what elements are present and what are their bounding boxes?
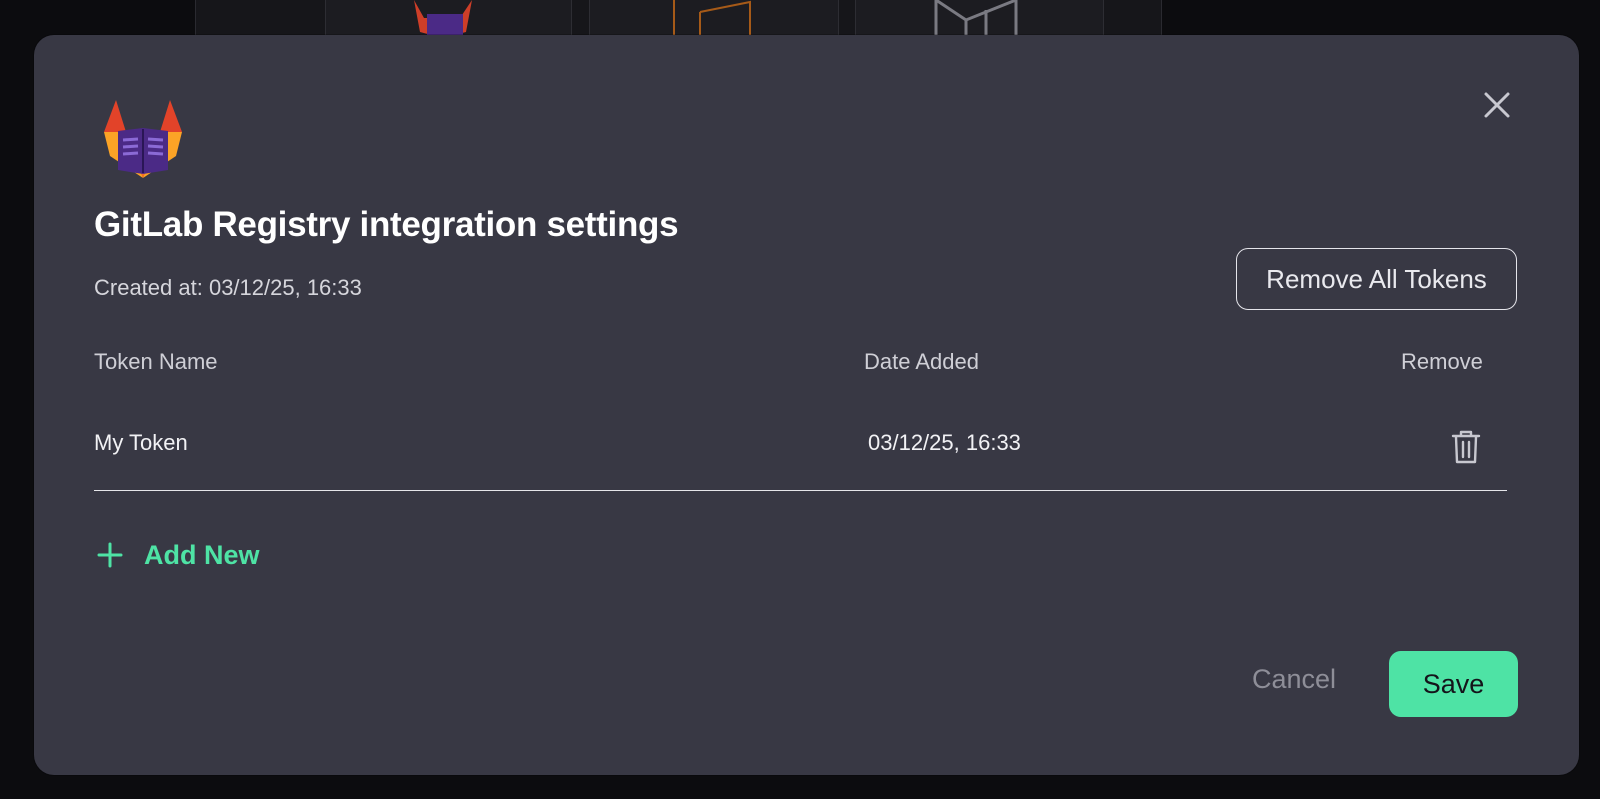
created-at-text: Created at: 03/12/25, 16:33: [94, 275, 362, 300]
date-added-cell: 03/12/25, 16:33: [868, 430, 1021, 455]
add-new-token-button[interactable]: Add New: [96, 537, 260, 573]
close-icon: [1484, 92, 1510, 118]
plus-icon: [97, 542, 123, 568]
trash-icon: [1451, 430, 1481, 464]
background-integration-tile: [855, 0, 1104, 40]
remove-token-button[interactable]: [1449, 428, 1483, 466]
column-header-remove: Remove: [1401, 349, 1483, 374]
save-button[interactable]: Save: [1389, 651, 1518, 717]
gitlab-registry-logo: [100, 98, 186, 180]
background-integration-tile: [589, 0, 839, 40]
cancel-button[interactable]: Cancel: [1252, 664, 1336, 695]
background-integration-tile: [325, 0, 572, 40]
column-header-token-name: Token Name: [94, 349, 218, 374]
remove-all-tokens-button[interactable]: Remove All Tokens: [1236, 248, 1517, 310]
integration-settings-dialog: [34, 35, 1579, 775]
table-divider: [94, 490, 1507, 491]
gitlab-tile-icon: [414, 0, 472, 40]
add-new-label: Add New: [144, 539, 260, 570]
cube-tile-icon: [934, 0, 1018, 40]
column-header-date-added: Date Added: [864, 349, 979, 374]
dialog-title: GitLab Registry integration settings: [94, 205, 679, 244]
token-name-cell: My Token: [94, 430, 188, 455]
close-button[interactable]: [1480, 88, 1514, 122]
registry-tile-icon: [673, 0, 751, 40]
